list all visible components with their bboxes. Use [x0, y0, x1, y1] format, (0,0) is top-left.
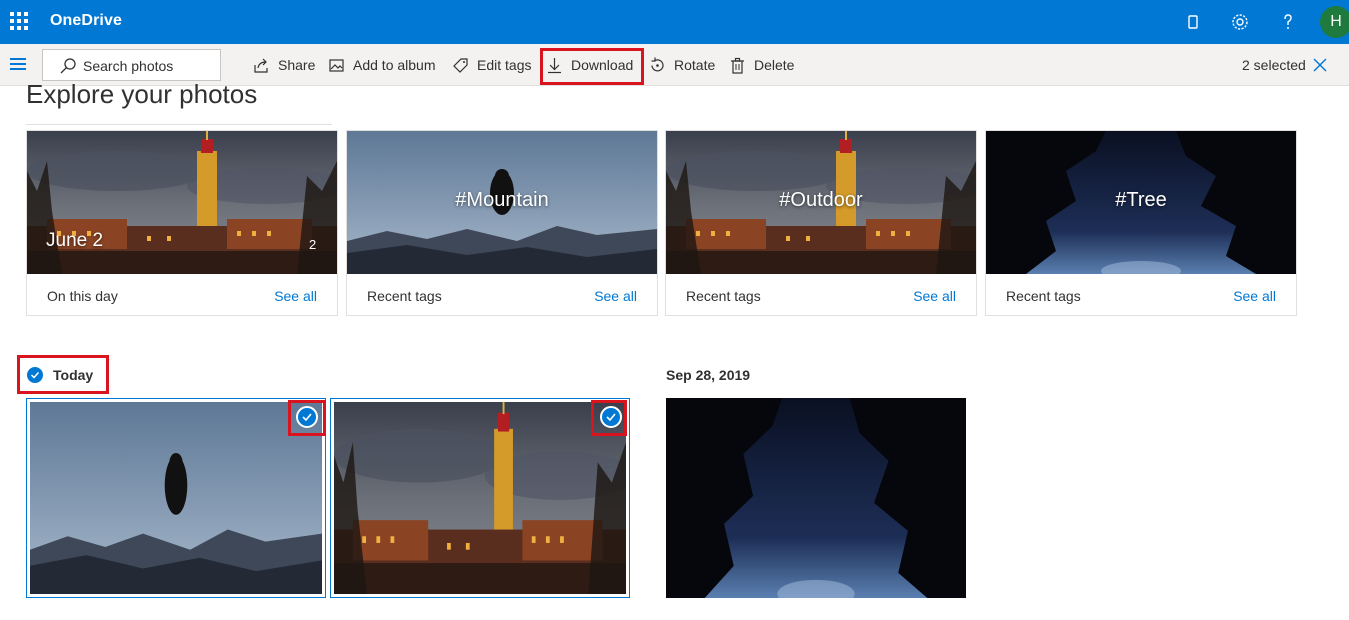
album-icon [329, 58, 344, 72]
photo-mountain[interactable] [30, 402, 322, 594]
edit-tags-label: Edit tags [477, 57, 532, 73]
see-all-link[interactable]: See all [274, 288, 317, 304]
delete-label: Delete [754, 57, 795, 73]
card-footer-label: Recent tags [1006, 288, 1081, 304]
search-box[interactable] [42, 49, 221, 81]
rotate-button[interactable]: Rotate [649, 52, 715, 78]
search-input[interactable] [83, 56, 213, 76]
see-all-link[interactable]: See all [913, 288, 956, 304]
card-footer-label: Recent tags [367, 288, 442, 304]
hamburger-menu-icon[interactable] [10, 58, 26, 70]
selected-count: 2 selected [1242, 57, 1306, 73]
top-bar: OneDrive H [0, 0, 1349, 44]
share-icon [254, 58, 268, 73]
delete-button[interactable]: Delete [729, 52, 794, 78]
rotate-label: Rotate [674, 57, 716, 73]
photo-night-trees[interactable] [666, 398, 966, 598]
divider [26, 124, 332, 125]
card-date: June 2 [46, 230, 104, 251]
page-title: Explore your photos [26, 79, 258, 109]
card-footer-label: On this day [47, 288, 118, 304]
share-label: Share [278, 57, 316, 73]
download-highlight-box [540, 48, 644, 85]
see-all-link[interactable]: See all [1233, 288, 1276, 304]
tag-card-tree[interactable]: #Tree Recent tags See all [985, 130, 1297, 316]
share-button[interactable]: Share [253, 52, 315, 78]
group-header-date: Sep 28, 2019 [666, 366, 750, 384]
help-icon[interactable] [1276, 10, 1300, 34]
rotate-icon [651, 57, 664, 71]
today-highlight-box [17, 355, 109, 394]
close-icon[interactable] [1312, 57, 1328, 73]
card-thumbnail[interactable] [27, 131, 337, 274]
tag-card-outdoor[interactable]: #Outdoor Recent tags See all [665, 130, 977, 316]
app-launcher-icon[interactable] [10, 12, 28, 30]
photo-tower[interactable] [334, 402, 626, 594]
group-label: Sep 28, 2019 [666, 367, 751, 383]
search-icon [60, 58, 76, 74]
edit-tags-button[interactable]: Edit tags [452, 52, 531, 78]
avatar[interactable]: H [1320, 6, 1349, 38]
card-tag: #Mountain [455, 189, 549, 211]
card-footer-label: Recent tags [686, 288, 761, 304]
card-tag: #Outdoor [779, 189, 863, 211]
app-title[interactable]: OneDrive [50, 12, 122, 30]
tag-card-mountain[interactable]: #Mountain Recent tags See all [346, 130, 658, 316]
gear-icon[interactable] [1228, 10, 1252, 34]
see-all-link[interactable]: See all [594, 288, 637, 304]
trash-icon [731, 57, 744, 74]
device-icon[interactable] [1181, 10, 1205, 34]
card-count: 2 [309, 237, 317, 252]
check-highlight-box [591, 400, 627, 436]
tag-icon [453, 57, 468, 73]
add-to-album-button[interactable]: Add to album [328, 52, 436, 78]
check-highlight-box [288, 400, 326, 436]
add-to-album-label: Add to album [353, 57, 436, 73]
card-tag: #Tree [1115, 189, 1167, 211]
on-this-day-card[interactable]: June 2 2 On this day See all [26, 130, 338, 316]
